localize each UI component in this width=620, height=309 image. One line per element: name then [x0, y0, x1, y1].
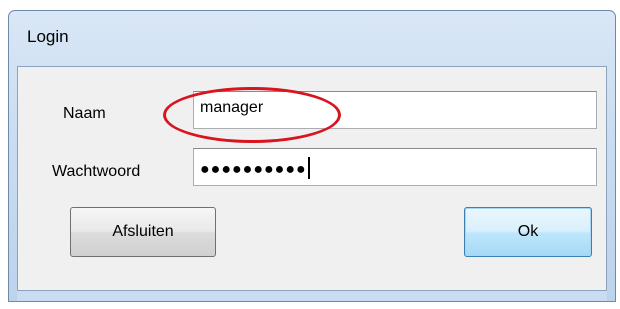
login-dialog: Login Naam manager Wachtwoord ●●●●●●●●●●… — [8, 10, 616, 302]
afsluiten-button[interactable]: Afsluiten — [70, 207, 216, 257]
ok-button[interactable]: Ok — [464, 207, 592, 257]
dialog-body: Naam manager Wachtwoord ●●●●●●●●●● Afslu… — [17, 66, 607, 291]
afsluiten-button-label: Afsluiten — [112, 223, 174, 240]
naam-value: manager — [200, 99, 264, 116]
wachtwoord-input[interactable]: ●●●●●●●●●● — [193, 148, 597, 186]
window-frame-bottom — [17, 291, 607, 301]
text-caret — [307, 157, 310, 179]
wachtwoord-label: Wachtwoord — [52, 163, 141, 180]
ok-button-label: Ok — [517, 223, 539, 240]
naam-input[interactable]: manager — [193, 91, 597, 129]
title-bar[interactable]: Login — [9, 11, 615, 61]
password-mask: ●●●●●●●●●● — [200, 161, 307, 178]
window-title: Login — [27, 27, 69, 46]
naam-label: Naam — [63, 105, 106, 122]
